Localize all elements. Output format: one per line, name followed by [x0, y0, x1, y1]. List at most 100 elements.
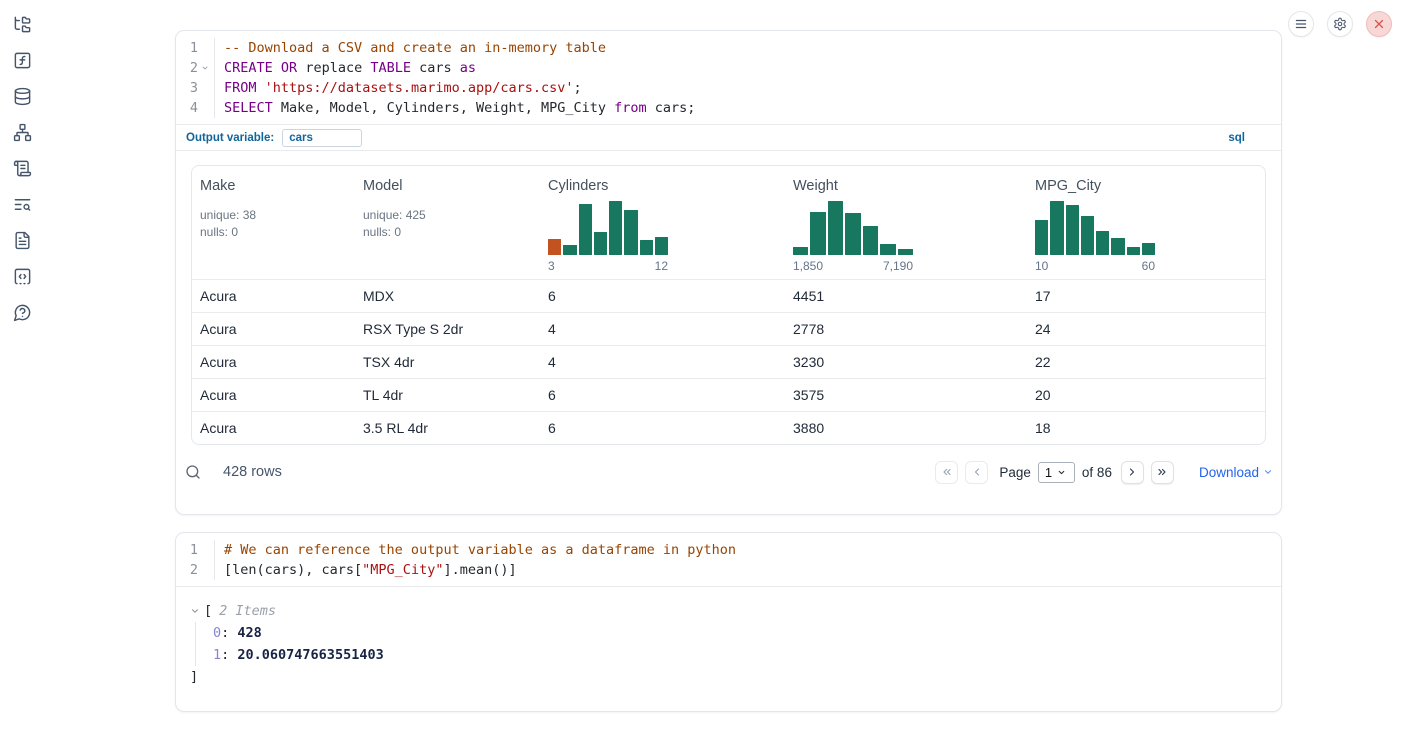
table-cell: 4 [540, 354, 785, 370]
search-icon[interactable] [185, 464, 201, 480]
logs-scroll-icon[interactable] [13, 159, 32, 178]
item-colon: : [221, 647, 237, 663]
histogram-bar [1066, 205, 1079, 255]
help-icon[interactable] [13, 303, 32, 322]
last-page-button[interactable] [1151, 461, 1174, 484]
table-cell: RSX Type S 2dr [355, 321, 540, 337]
search-logs-icon[interactable] [13, 195, 32, 214]
column-header-make[interactable]: Makeunique: 38nulls: 0 [192, 178, 355, 279]
histogram-bars [1035, 201, 1155, 255]
line-number: 4 [176, 98, 198, 118]
output-list-item: 1: 20.060747663551403 [213, 644, 1267, 666]
item-key: 1 [213, 647, 221, 663]
fold-gutter [198, 540, 211, 560]
snippets-icon[interactable] [13, 267, 32, 286]
close-bracket: ] [190, 666, 1267, 688]
table-cell: Acura [192, 321, 355, 337]
code-line[interactable]: 1# We can reference the output variable … [176, 540, 1281, 560]
python-output: [ 2 Items 0: 4281: 20.060747663551403 ] [176, 587, 1281, 701]
table-cell: 18 [1027, 420, 1265, 436]
sql-cell: 1 -- Download a CSV and create an in-memo… [175, 30, 1282, 515]
first-page-button[interactable] [935, 461, 958, 484]
code-token: as [460, 60, 476, 76]
table-row[interactable]: AcuraTSX 4dr4323022 [192, 345, 1265, 378]
column-header-mpg_city[interactable]: MPG_City1060 [1027, 178, 1265, 279]
table-row[interactable]: AcuraTL 4dr6357520 [192, 378, 1265, 411]
code-token: from [614, 100, 647, 116]
topbar [1288, 11, 1392, 37]
code-line[interactable]: 4SELECT Make, Model, Cylinders, Weight, … [176, 98, 1281, 118]
histogram-bar [594, 232, 607, 255]
column-stat: nulls: 0 [200, 224, 355, 241]
code-token: OR [281, 60, 297, 76]
pagination: Page 1 of 86 Download [935, 461, 1279, 484]
table-cell: 3230 [785, 354, 1027, 370]
items-count-label: 2 Items [219, 600, 276, 622]
table-cell: 6 [540, 420, 785, 436]
menu-button[interactable] [1288, 11, 1314, 37]
code-token: ; [574, 80, 582, 96]
code-token [273, 60, 281, 76]
output-variable-input[interactable] [282, 129, 362, 147]
code-content: -- Download a CSV and create an in-memor… [214, 38, 606, 58]
language-badge: sql [1228, 132, 1245, 144]
column-header-model[interactable]: Modelunique: 425nulls: 0 [355, 178, 540, 279]
prev-page-button[interactable] [965, 461, 988, 484]
axis-min-label: 10 [1035, 259, 1048, 279]
table-cell: 3880 [785, 420, 1027, 436]
axis-min-label: 1,850 [793, 259, 823, 279]
table-header: Makeunique: 38nulls: 0Modelunique: 425nu… [192, 166, 1265, 279]
database-icon[interactable] [13, 87, 32, 106]
table-cell: Acura [192, 387, 355, 403]
collapse-chevron-icon[interactable] [190, 606, 200, 616]
item-colon: : [221, 625, 237, 641]
output-variable-label: Output variable: [186, 132, 274, 144]
python-cell: 1 # We can reference the output variable … [175, 532, 1282, 712]
code-line[interactable]: 3FROM 'https://datasets.marimo.app/cars.… [176, 78, 1281, 98]
column-name: Model [363, 178, 540, 194]
code-content: FROM 'https://datasets.marimo.app/cars.c… [214, 78, 582, 98]
dependency-graph-icon[interactable] [13, 123, 32, 142]
column-name: Weight [793, 178, 1027, 194]
output-list-items: 0: 428 1: 20.060747663551403 [195, 622, 1267, 666]
file-tree-icon[interactable] [13, 15, 32, 34]
settings-button[interactable] [1327, 11, 1353, 37]
table-output: Makeunique: 38nulls: 0Modelunique: 425nu… [176, 151, 1281, 451]
table-cell: 3.5 RL 4dr [355, 420, 540, 436]
column-histogram: 1,8507,190 [793, 201, 913, 279]
row-count: 428 rows [223, 464, 282, 480]
data-table: Makeunique: 38nulls: 0Modelunique: 425nu… [191, 165, 1266, 445]
table-row[interactable]: AcuraMDX6445117 [192, 279, 1265, 312]
code-token: TABLE [370, 60, 411, 76]
table-cell: 22 [1027, 354, 1265, 370]
item-value: 20.060747663551403 [237, 647, 383, 663]
column-header-weight[interactable]: Weight 1,8507,190 [785, 178, 1027, 279]
next-page-button[interactable] [1121, 461, 1144, 484]
column-name: Cylinders [548, 178, 785, 194]
histogram-bar [563, 245, 576, 255]
column-name: MPG_City [1035, 178, 1265, 194]
table-row[interactable]: AcuraRSX Type S 2dr4277824 [192, 312, 1265, 345]
close-button[interactable] [1366, 11, 1392, 37]
code-token: "MPG_City" [362, 562, 443, 578]
column-header-cylinders[interactable]: Cylinders312 [540, 178, 785, 279]
code-line[interactable]: 1-- Download a CSV and create an in-memo… [176, 38, 1281, 58]
histogram-bars [548, 201, 668, 255]
documentation-icon[interactable] [13, 231, 32, 250]
code-line[interactable]: 2[len(cars), cars["MPG_City"].mean()] [176, 560, 1281, 580]
table-row[interactable]: Acura3.5 RL 4dr6388018 [192, 411, 1265, 444]
code-line[interactable]: 2CREATE OR replace TABLE cars as [176, 58, 1281, 78]
item-key: 0 [213, 625, 221, 641]
fold-chevron-icon[interactable] [198, 58, 211, 78]
page-select[interactable]: 1 [1038, 462, 1075, 483]
code-token: # We can reference the output variable a… [224, 542, 736, 558]
sql-code-editor[interactable]: 1-- Download a CSV and create an in-memo… [176, 31, 1281, 124]
functions-icon[interactable] [13, 51, 32, 70]
code-token: SELECT [224, 100, 273, 116]
histogram-bar [1111, 238, 1124, 255]
item-value: 428 [237, 625, 261, 641]
histogram-bar [640, 240, 653, 255]
python-code-editor[interactable]: 1# We can reference the output variable … [176, 533, 1281, 586]
download-button[interactable]: Download [1199, 465, 1273, 480]
histogram-bar [1035, 220, 1048, 255]
